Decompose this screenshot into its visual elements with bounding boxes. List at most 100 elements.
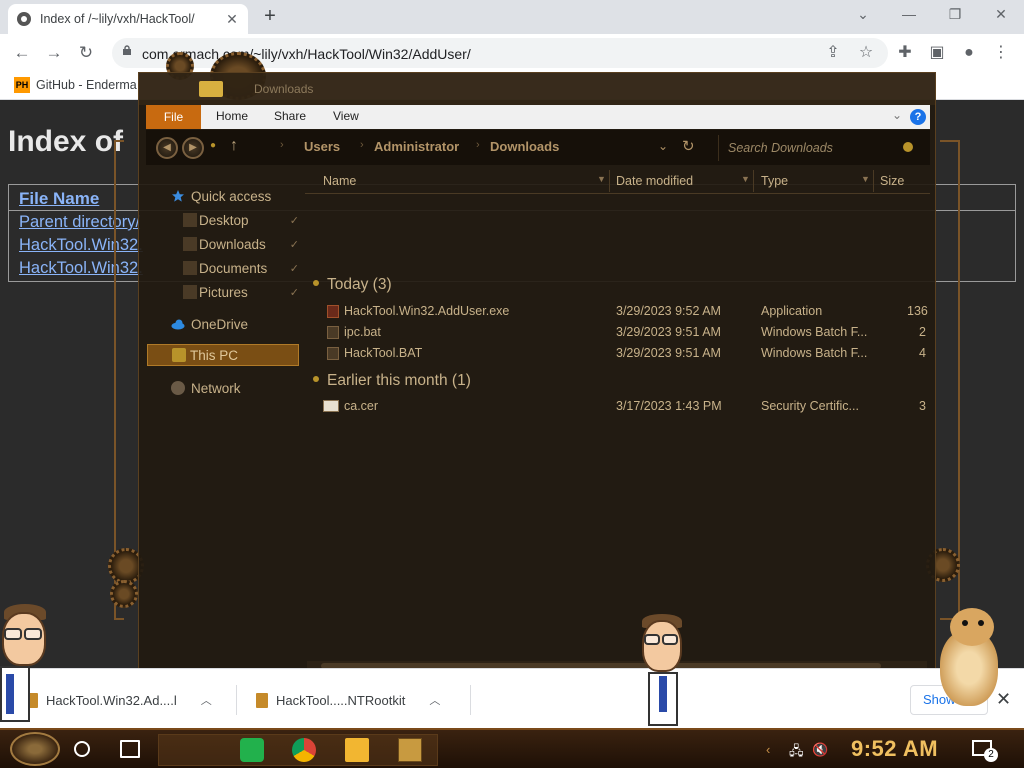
- menu-icon[interactable]: ⋮: [990, 42, 1012, 64]
- group-label: Today (3): [327, 276, 392, 293]
- column-name[interactable]: Name: [323, 174, 356, 188]
- file-name: HackTool.Win32.AddUser.exe: [344, 304, 510, 318]
- chrome-tab-icon: [17, 12, 31, 26]
- address-dropdown-icon[interactable]: ⌄: [658, 139, 668, 153]
- help-button[interactable]: ?: [910, 109, 926, 125]
- game-app-icon[interactable]: [398, 738, 422, 762]
- group-today-header[interactable]: Today (3): [313, 276, 392, 294]
- file-size: 4: [919, 346, 926, 360]
- breadcrumb-downloads[interactable]: Downloads: [490, 139, 559, 154]
- explorer-search-box[interactable]: Search Downloads: [718, 135, 923, 161]
- back-button[interactable]: ←: [10, 41, 34, 65]
- chevron-up-icon[interactable]: ︿: [429, 692, 440, 708]
- file-name: ca.cer: [344, 399, 379, 413]
- tray-chevron-icon[interactable]: ‹: [766, 742, 770, 757]
- close-window-button[interactable]: ✕: [986, 6, 1016, 26]
- group-collapse-icon[interactable]: [313, 280, 319, 286]
- tab-close-icon[interactable]: ✕: [224, 11, 240, 28]
- group-earlier-header[interactable]: Earlier this month (1): [313, 372, 471, 390]
- reload-button[interactable]: ↻: [74, 41, 98, 65]
- ribbon-share-tab[interactable]: Share: [274, 109, 306, 123]
- column-divider[interactable]: [753, 170, 754, 192]
- file-row[interactable]: HackTool.BAT 3/29/2023 9:51 AM Windows B…: [305, 343, 930, 364]
- ribbon-home-tab[interactable]: Home: [216, 109, 248, 123]
- ribbon-file-tab[interactable]: File: [146, 105, 201, 129]
- taskbar-clock[interactable]: 9:52 AM: [851, 736, 938, 762]
- column-type[interactable]: Type: [761, 174, 788, 188]
- nav-documents[interactable]: Documents ✓: [139, 258, 305, 280]
- extensions-icon[interactable]: ✚: [894, 42, 916, 64]
- group-collapse-icon[interactable]: [313, 376, 319, 382]
- refresh-icon[interactable]: ↻: [682, 137, 695, 155]
- tab-search-icon[interactable]: ⌄: [848, 6, 878, 26]
- file-row[interactable]: HackTool.Win32.AddUser.exe 3/29/2023 9:5…: [305, 301, 930, 322]
- batch-file-icon: [327, 326, 339, 339]
- search-icon[interactable]: [903, 142, 913, 152]
- nav-quick-access[interactable]: Quick access: [139, 186, 305, 208]
- star-icon[interactable]: ☆: [855, 42, 877, 64]
- sort-by-name-link[interactable]: File Name: [19, 189, 99, 209]
- new-tab-button[interactable]: +: [258, 5, 282, 29]
- forward-button[interactable]: →: [42, 41, 66, 65]
- column-date-modified[interactable]: Date modified: [616, 174, 693, 188]
- search-circle-icon[interactable]: [74, 741, 90, 757]
- network-tray-icon[interactable]: 🖧: [789, 742, 804, 764]
- nav-downloads[interactable]: Downloads ✓: [139, 234, 305, 256]
- ribbon-view-tab[interactable]: View: [333, 109, 359, 123]
- mascot-glasses: [4, 628, 22, 640]
- restore-button[interactable]: ❐: [940, 6, 970, 26]
- nav-onedrive[interactable]: OneDrive: [139, 314, 305, 336]
- profile-icon[interactable]: ●: [958, 42, 980, 64]
- sidepanel-icon[interactable]: ▣: [926, 42, 948, 64]
- cartoon-man-center: [638, 614, 688, 728]
- nav-pictures[interactable]: Pictures ✓: [139, 282, 305, 304]
- column-dropdown-icon[interactable]: ▼: [741, 174, 750, 184]
- action-center-icon[interactable]: 2: [972, 740, 998, 762]
- download-item[interactable]: HackTool.Win32.Ad....l ︿: [26, 689, 212, 711]
- nav-this-pc[interactable]: This PC: [147, 344, 299, 366]
- breadcrumb-users[interactable]: Users: [304, 139, 340, 154]
- file-row[interactable]: ca.cer 3/17/2023 1:43 PM Security Certif…: [305, 396, 930, 417]
- nav-network[interactable]: Network: [139, 378, 305, 400]
- file-name: ipc.bat: [344, 325, 381, 339]
- ribbon-expand-icon[interactable]: ⌄: [892, 108, 902, 122]
- download-item[interactable]: HackTool.....NTRootkit ︿: [256, 689, 440, 711]
- hamster-head: [950, 608, 994, 646]
- file-row[interactable]: ipc.bat 3/29/2023 9:51 AM Windows Batch …: [305, 322, 930, 343]
- column-dropdown-icon[interactable]: ▼: [597, 174, 606, 184]
- up-button[interactable]: ↑: [230, 137, 238, 155]
- browser-tab[interactable]: Index of /~lily/vxh/HackTool/ ✕: [8, 4, 248, 34]
- certificate-file-icon: [323, 400, 339, 412]
- cartoon-man-left: [0, 604, 50, 724]
- share-icon[interactable]: ⇪: [822, 42, 844, 64]
- column-size[interactable]: Size: [880, 174, 904, 188]
- nav-desktop[interactable]: Desktop ✓: [139, 210, 305, 232]
- breadcrumb-administrator[interactable]: Administrator: [374, 139, 459, 154]
- chevron-up-icon[interactable]: ︿: [201, 692, 212, 708]
- hamster-mascot: [934, 608, 1006, 706]
- file-explorer-window: Downloads File Home Share View ⌄ ? ◀ ▶ ●…: [138, 72, 936, 684]
- column-divider[interactable]: [873, 170, 874, 192]
- file-explorer-icon[interactable]: [345, 738, 369, 762]
- column-divider[interactable]: [609, 170, 610, 192]
- task-view-icon[interactable]: [120, 740, 140, 758]
- recent-locations-icon[interactable]: ●: [210, 140, 216, 151]
- explorer-forward-button[interactable]: ▶: [182, 137, 204, 159]
- listing-row-1[interactable]: HackTool.Win32.: [19, 236, 143, 255]
- start-button[interactable]: [10, 732, 60, 766]
- bookmark-label: GitHub - Enderma: [36, 78, 137, 92]
- gear-icon: [110, 580, 138, 608]
- chrome-icon[interactable]: [292, 738, 316, 762]
- sticky-notes-icon[interactable]: [240, 738, 264, 762]
- cloud-icon: [171, 319, 185, 330]
- nav-label: OneDrive: [191, 317, 249, 332]
- bookmark-github[interactable]: PH GitHub - Enderma: [14, 77, 137, 93]
- computer-icon: [172, 348, 186, 362]
- explorer-back-button[interactable]: ◀: [156, 137, 178, 159]
- file-type: Windows Batch F...: [761, 325, 868, 339]
- column-dropdown-icon[interactable]: ▼: [861, 174, 870, 184]
- listing-row-2[interactable]: HackTool.Win32.: [19, 259, 143, 278]
- minimize-button[interactable]: —: [894, 6, 924, 26]
- mascot-glasses: [662, 634, 678, 645]
- volume-muted-icon[interactable]: 🔇: [812, 742, 828, 758]
